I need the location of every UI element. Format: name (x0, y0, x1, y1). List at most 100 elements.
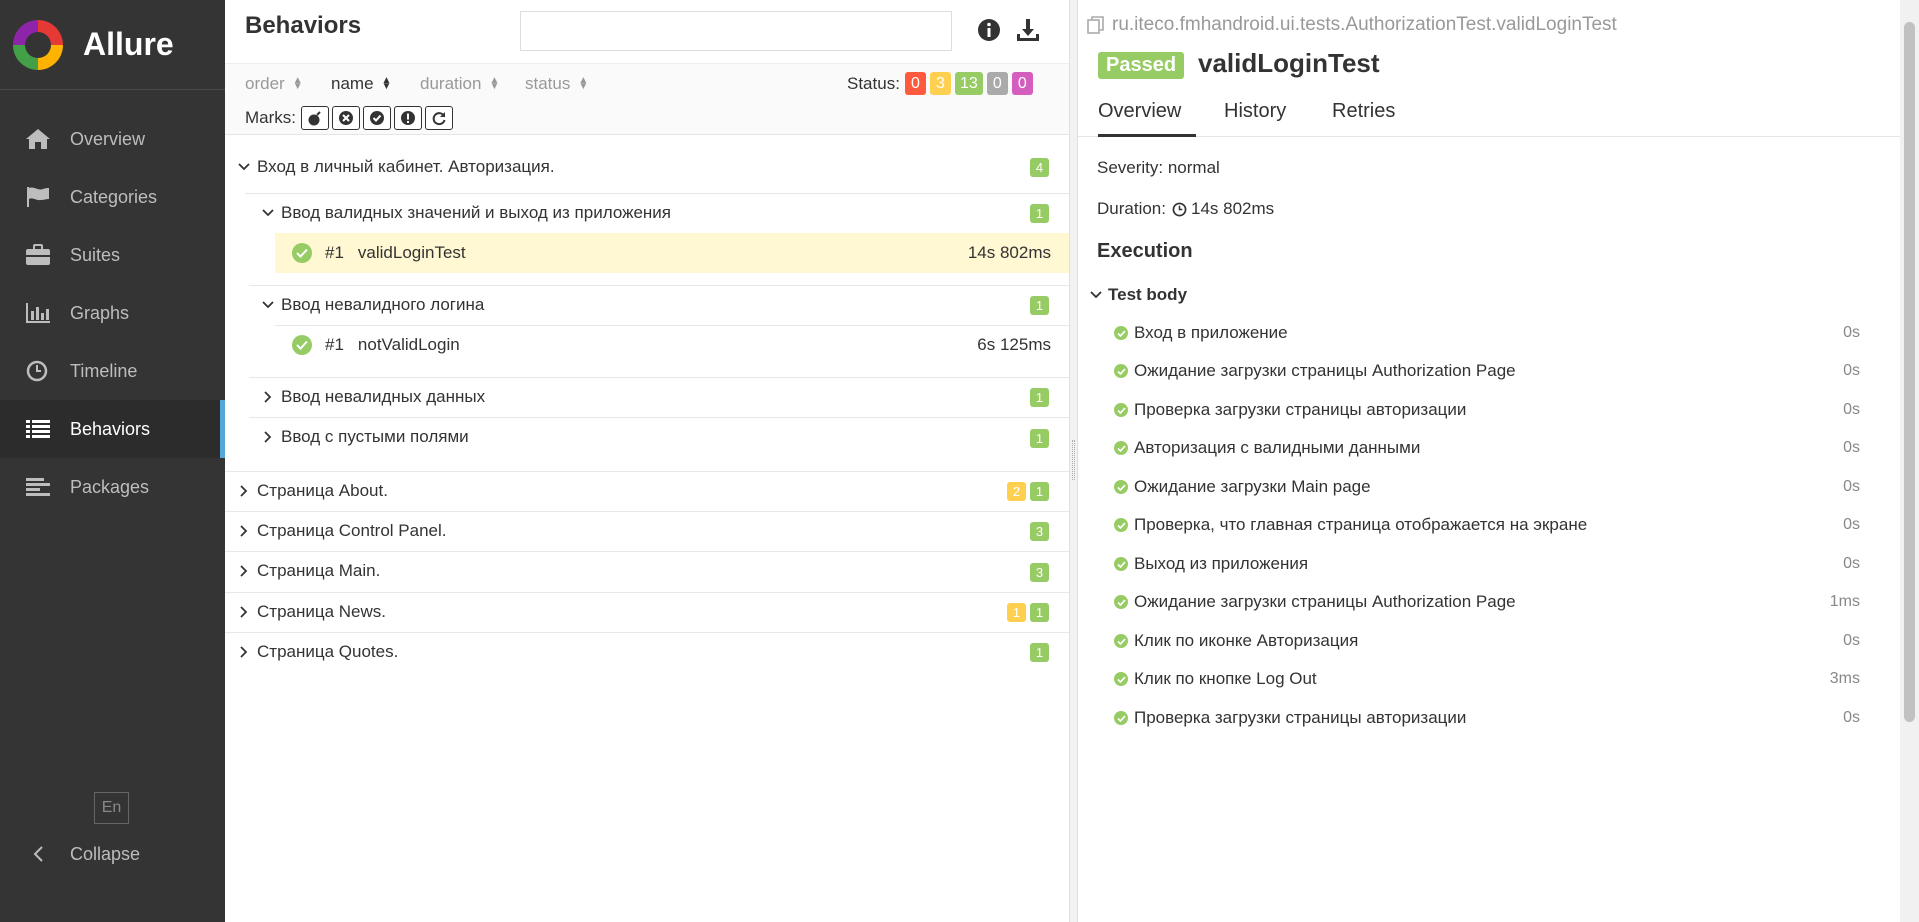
passed-count-badge: 1 (1030, 429, 1049, 448)
test-case-row[interactable]: #1 validLoginTest 14s 802ms (275, 233, 1069, 273)
step-row[interactable]: Проверка загрузки страницы авторизации 0s (1114, 391, 1860, 429)
passed-check-icon (1114, 557, 1128, 571)
passed-check-icon (1114, 441, 1128, 455)
clock-icon (1172, 202, 1187, 217)
step-row[interactable]: Ожидание загрузки страницы Authorization… (1114, 583, 1860, 621)
step-name: Клик по кнопке Log Out (1134, 669, 1317, 688)
detail-scrollbar[interactable] (1900, 0, 1919, 922)
sidebar-item-suites[interactable]: Suites (0, 226, 225, 284)
mark-flaky-button[interactable] (301, 106, 329, 130)
sidebar-item-behaviors[interactable]: Behaviors (0, 400, 225, 458)
duration-row: Duration: 14s 802ms (1097, 199, 1274, 219)
collapse-label: Collapse (70, 843, 141, 864)
grip-icon (1072, 440, 1075, 480)
align-left-icon (24, 475, 52, 499)
chevron-down-icon (1090, 291, 1102, 299)
status-skipped-toggle[interactable]: 0 (986, 72, 1008, 95)
passed-count-badge: 3 (1030, 522, 1049, 541)
status-broken-toggle[interactable]: 3 (930, 72, 951, 95)
passed-check-icon (1114, 518, 1128, 532)
group-label: Ввод невалидных данных (281, 387, 486, 406)
step-duration: 3ms (1829, 670, 1860, 687)
step-row[interactable]: Клик по кнопке Log Out 3ms (1114, 660, 1860, 698)
language-button[interactable]: En (94, 792, 129, 824)
sort-status[interactable]: status ▲ ▼ (525, 74, 588, 94)
sidebar-item-categories[interactable]: Categories (0, 168, 225, 226)
group-counts: 1 (1030, 296, 1049, 315)
brand[interactable]: Allure (0, 0, 225, 90)
passed-check-icon (1114, 403, 1128, 417)
test-case-duration: 14s 802ms (967, 243, 1051, 262)
group-label: Страница About. (257, 481, 388, 500)
step-row[interactable]: Вход в приложение 0s (1114, 314, 1860, 352)
sort-status-label: status (525, 74, 571, 93)
download-icon[interactable] (1015, 17, 1041, 43)
collapse-button[interactable]: Collapse (24, 840, 140, 868)
test-case-number: #1 (325, 335, 344, 354)
mark-new-passed-button[interactable] (363, 106, 391, 130)
group-counts: 4 (1030, 158, 1049, 177)
group-label: Страница News. (257, 602, 387, 621)
test-body-toggle[interactable]: Test body (1090, 285, 1187, 305)
step-duration: 0s (1843, 362, 1860, 379)
copy-icon[interactable] (1086, 15, 1106, 35)
step-row[interactable]: Проверка загрузки страницы авторизации 0s (1114, 699, 1860, 737)
passed-count-badge: 4 (1030, 158, 1049, 177)
status-failed-toggle[interactable]: 0 (905, 72, 926, 95)
tree-group-feature5[interactable]: Страница News. (237, 592, 386, 632)
sort-order[interactable]: order ▲ ▼ (245, 74, 303, 94)
sidebar-item-label: Overview (70, 128, 146, 149)
chevron-right-icon (237, 606, 251, 618)
tab-history[interactable]: History (1224, 100, 1286, 137)
step-row[interactable]: Проверка, что главная страница отображае… (1114, 506, 1860, 544)
step-row[interactable]: Клик по иконке Авторизация 0s (1114, 622, 1860, 660)
tree-group-feature2[interactable]: Страница About. (237, 471, 388, 511)
test-detail-pane: ru.iteco.fmhandroid.ui.tests.Authorizati… (1078, 0, 1900, 922)
status-passed-toggle[interactable]: 13 (955, 72, 983, 95)
pane-resizer[interactable] (1069, 0, 1078, 922)
chevron-right-icon (237, 565, 251, 577)
sidebar-item-graphs[interactable]: Graphs (0, 284, 225, 342)
tree-group-story1[interactable]: Ввод валидных значений и выход из прилож… (261, 193, 671, 233)
times-circle-icon (339, 111, 353, 125)
step-name: Вход в приложение (1134, 323, 1288, 342)
tab-retries[interactable]: Retries (1332, 100, 1395, 137)
step-row[interactable]: Ожидание загрузки Main page 0s (1114, 468, 1860, 506)
step-name: Выход из приложения (1134, 554, 1309, 573)
tree-group-feature4[interactable]: Страница Main. (237, 551, 380, 591)
tab-overview[interactable]: Overview (1098, 100, 1196, 137)
mark-new-failed-button[interactable] (332, 106, 360, 130)
tree-group-story3[interactable]: Ввод невалидных данных (261, 377, 485, 417)
step-row[interactable]: Ожидание загрузки страницы Authorization… (1114, 352, 1860, 390)
sort-name[interactable]: name ▲ ▼ (331, 74, 391, 94)
sidebar-item-timeline[interactable]: Timeline (0, 342, 225, 400)
passed-count-badge: 1 (1030, 482, 1049, 501)
sidebar-item-overview[interactable]: Overview (0, 110, 225, 168)
tree-group-story4[interactable]: Ввод с пустыми полями (261, 417, 469, 457)
step-row[interactable]: Авторизация с валидными данными 0s (1114, 429, 1860, 467)
duration-value: 14s 802ms (1190, 199, 1275, 218)
passed-check-icon (292, 335, 312, 355)
status-unknown-toggle[interactable]: 0 (1011, 72, 1033, 95)
test-case-row[interactable]: #1 notValidLogin 6s 125ms (275, 325, 1069, 365)
sidebar-nav: Overview Categories Suites Graphs Timeli… (0, 110, 225, 516)
group-counts: 2 1 (1007, 482, 1049, 501)
execution-heading: Execution (1097, 240, 1193, 262)
tree-group-feature6[interactable]: Страница Quotes. (237, 632, 398, 672)
scrollbar-thumb[interactable] (1904, 22, 1915, 722)
info-icon[interactable] (977, 18, 1001, 42)
bomb-icon (308, 111, 321, 126)
sidebar-item-packages[interactable]: Packages (0, 458, 225, 516)
test-body-label: Test body (1108, 285, 1188, 304)
step-row[interactable]: Выход из приложения 0s (1114, 545, 1860, 583)
mark-retries-button[interactable] (425, 106, 453, 130)
sidebar: Allure Overview Categories Suites Graphs (0, 0, 225, 922)
mark-new-broken-button[interactable] (394, 106, 422, 130)
sort-order-label: order (245, 74, 285, 93)
sort-duration[interactable]: duration ▲ ▼ (420, 74, 499, 94)
tree-group-story2[interactable]: Ввод невалидного логина (261, 285, 484, 325)
tree-group-feature1[interactable]: Вход в личный кабинет. Авторизация. (237, 147, 555, 187)
tree-group-feature3[interactable]: Страница Control Panel. (237, 511, 447, 551)
check-circle-icon (370, 111, 384, 125)
search-input[interactable] (520, 11, 952, 51)
